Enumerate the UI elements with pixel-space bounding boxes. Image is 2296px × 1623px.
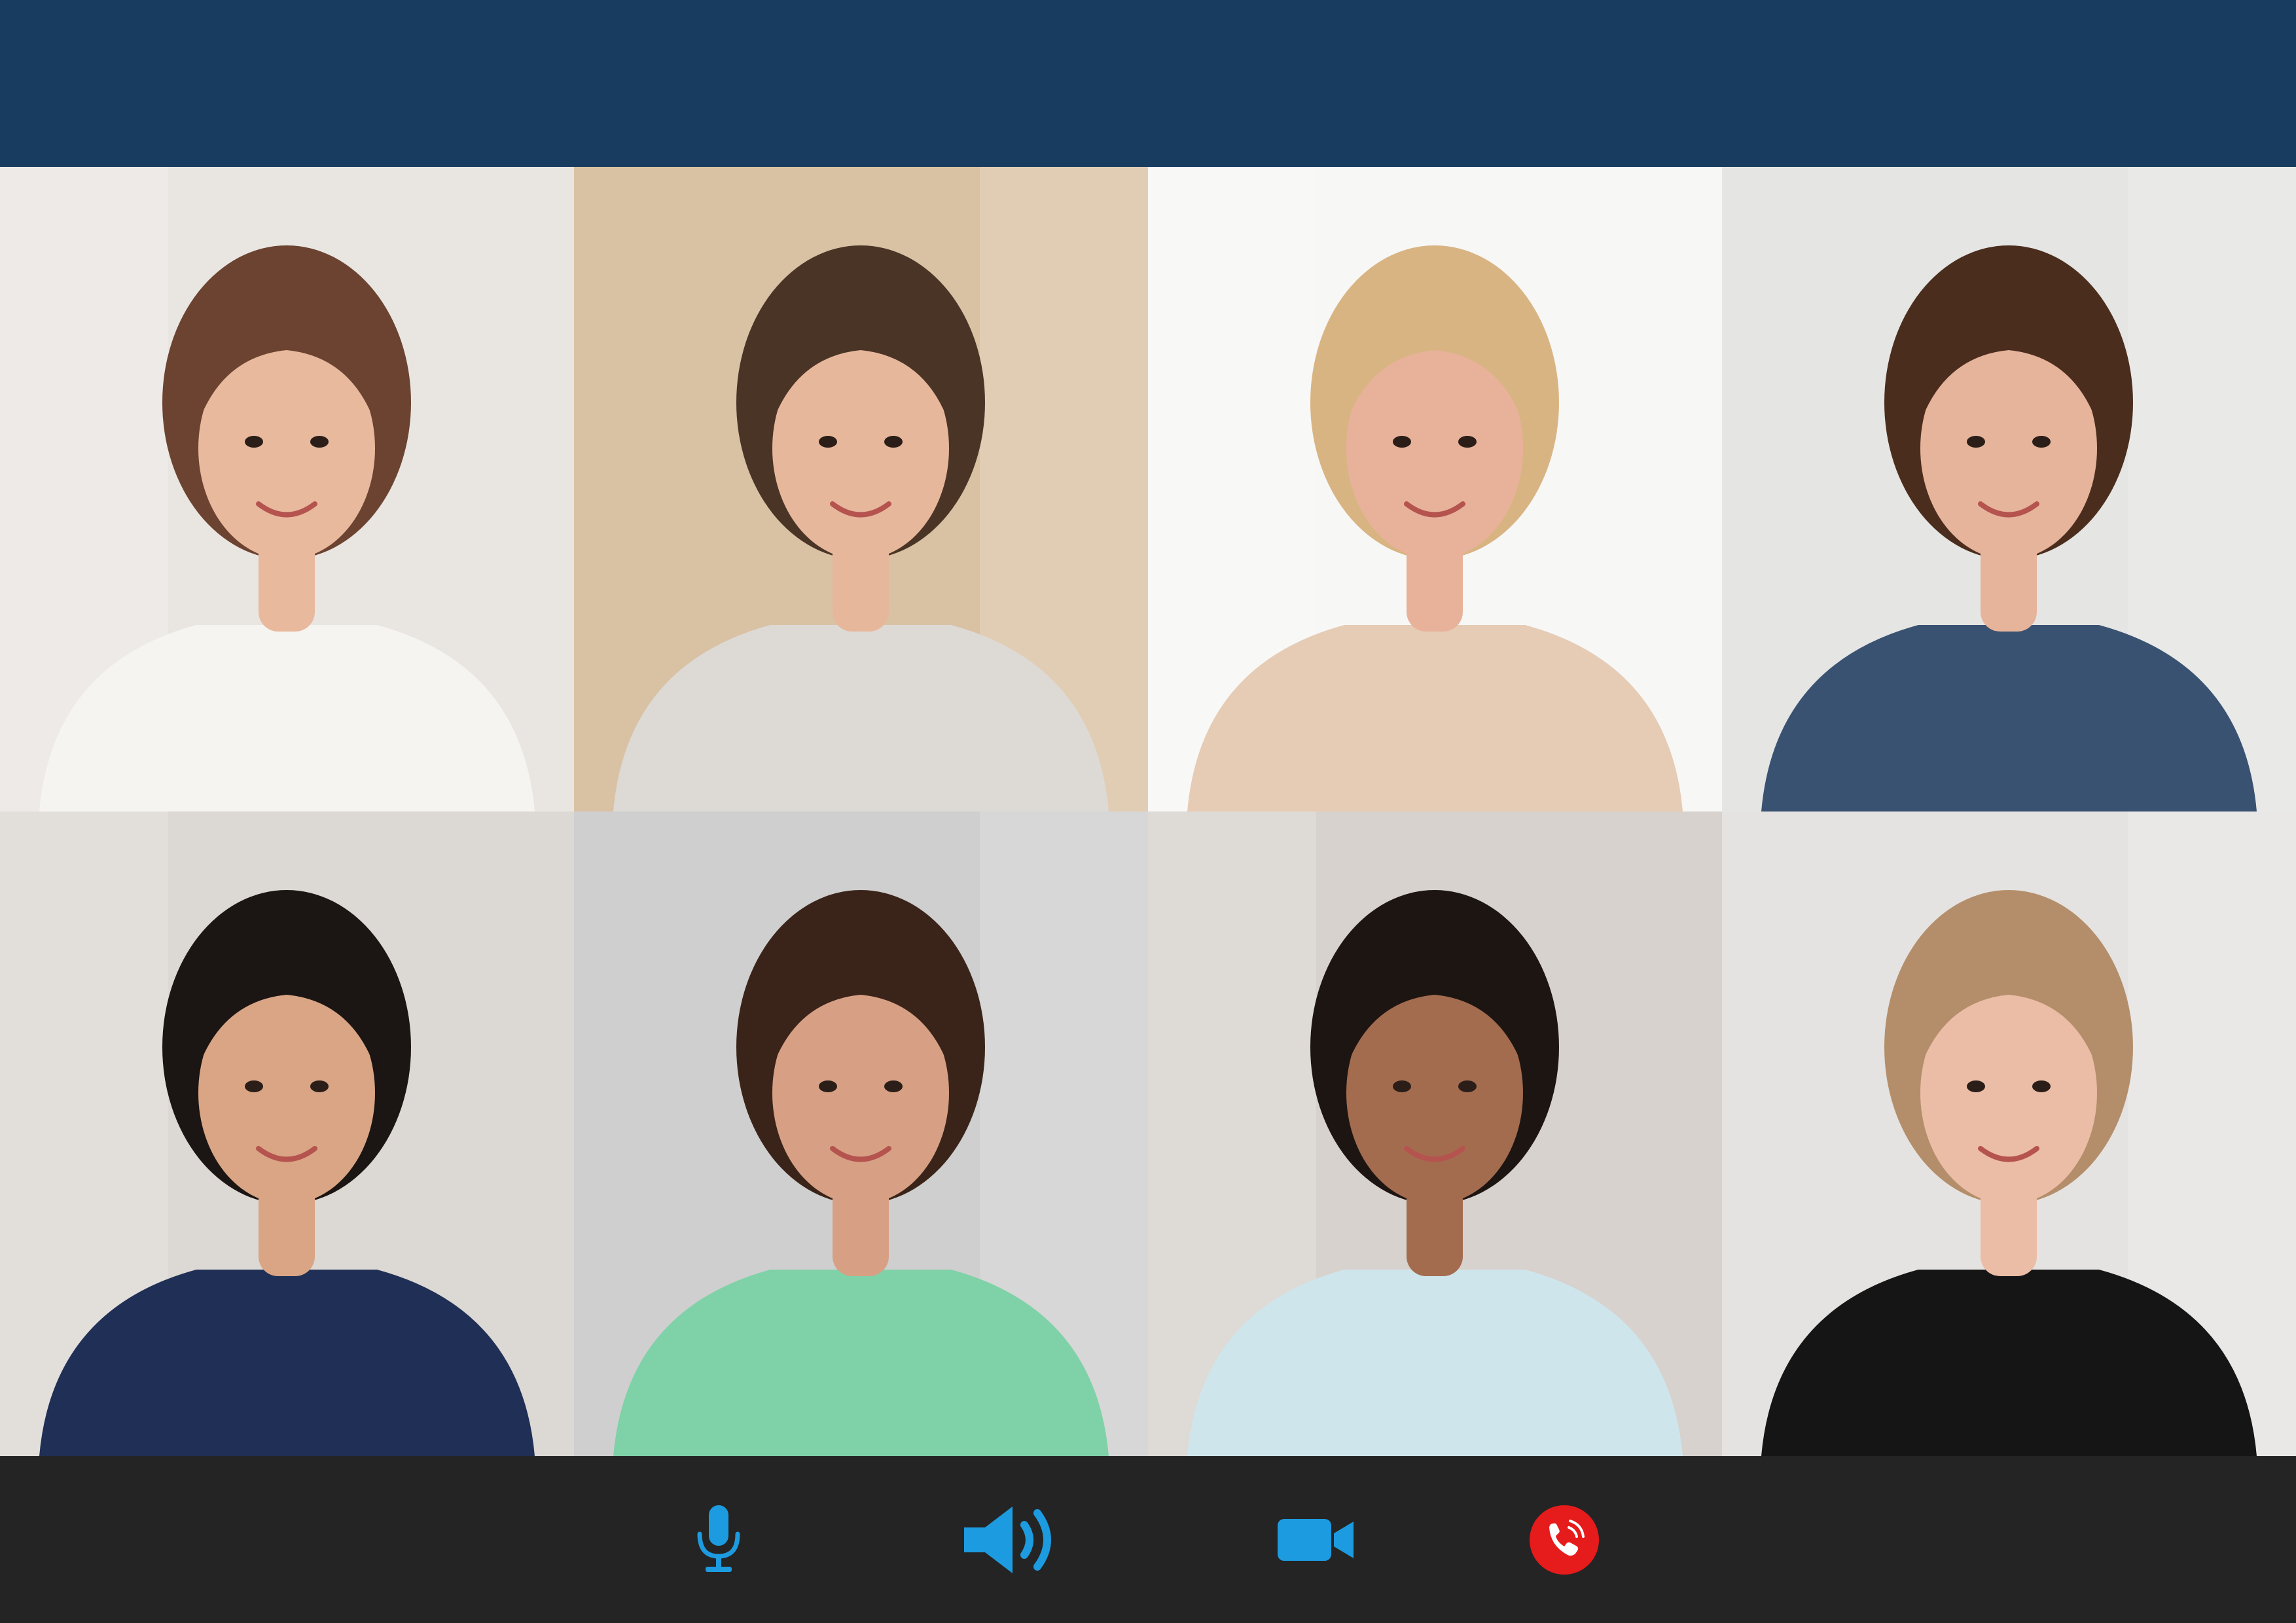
header-bar xyxy=(0,0,2296,167)
participant-video-feed xyxy=(0,812,574,1456)
video-camera-button[interactable] xyxy=(1266,1491,1365,1589)
participant-grid xyxy=(0,167,2296,1456)
call-controls-bar xyxy=(0,1456,2296,1623)
participant-video-tile[interactable] xyxy=(0,167,574,812)
participant-video-feed xyxy=(0,167,574,812)
participant-video-feed xyxy=(1722,167,2296,812)
video-camera-icon xyxy=(1276,1514,1355,1566)
participant-video-tile[interactable] xyxy=(1722,167,2296,812)
video-call-window xyxy=(0,0,2296,1623)
participant-video-feed xyxy=(1148,812,1722,1456)
participant-video-feed xyxy=(1148,167,1722,812)
participant-video-tile[interactable] xyxy=(1148,167,1722,812)
participant-video-feed xyxy=(1722,812,2296,1456)
participant-video-tile[interactable] xyxy=(1148,812,1722,1456)
participant-video-tile[interactable] xyxy=(574,167,1148,812)
mute-microphone-button[interactable] xyxy=(670,1491,768,1589)
participant-video-tile[interactable] xyxy=(1722,812,2296,1456)
microphone-icon xyxy=(696,1504,742,1576)
speaker-icon xyxy=(961,1504,1060,1576)
end-call-button[interactable] xyxy=(1515,1491,1613,1589)
participant-video-feed xyxy=(574,167,1148,812)
end-call-icon xyxy=(1528,1504,1600,1576)
speaker-button[interactable] xyxy=(961,1491,1060,1589)
participant-video-feed xyxy=(574,812,1148,1456)
participant-video-tile[interactable] xyxy=(574,812,1148,1456)
participant-video-tile[interactable] xyxy=(0,812,574,1456)
